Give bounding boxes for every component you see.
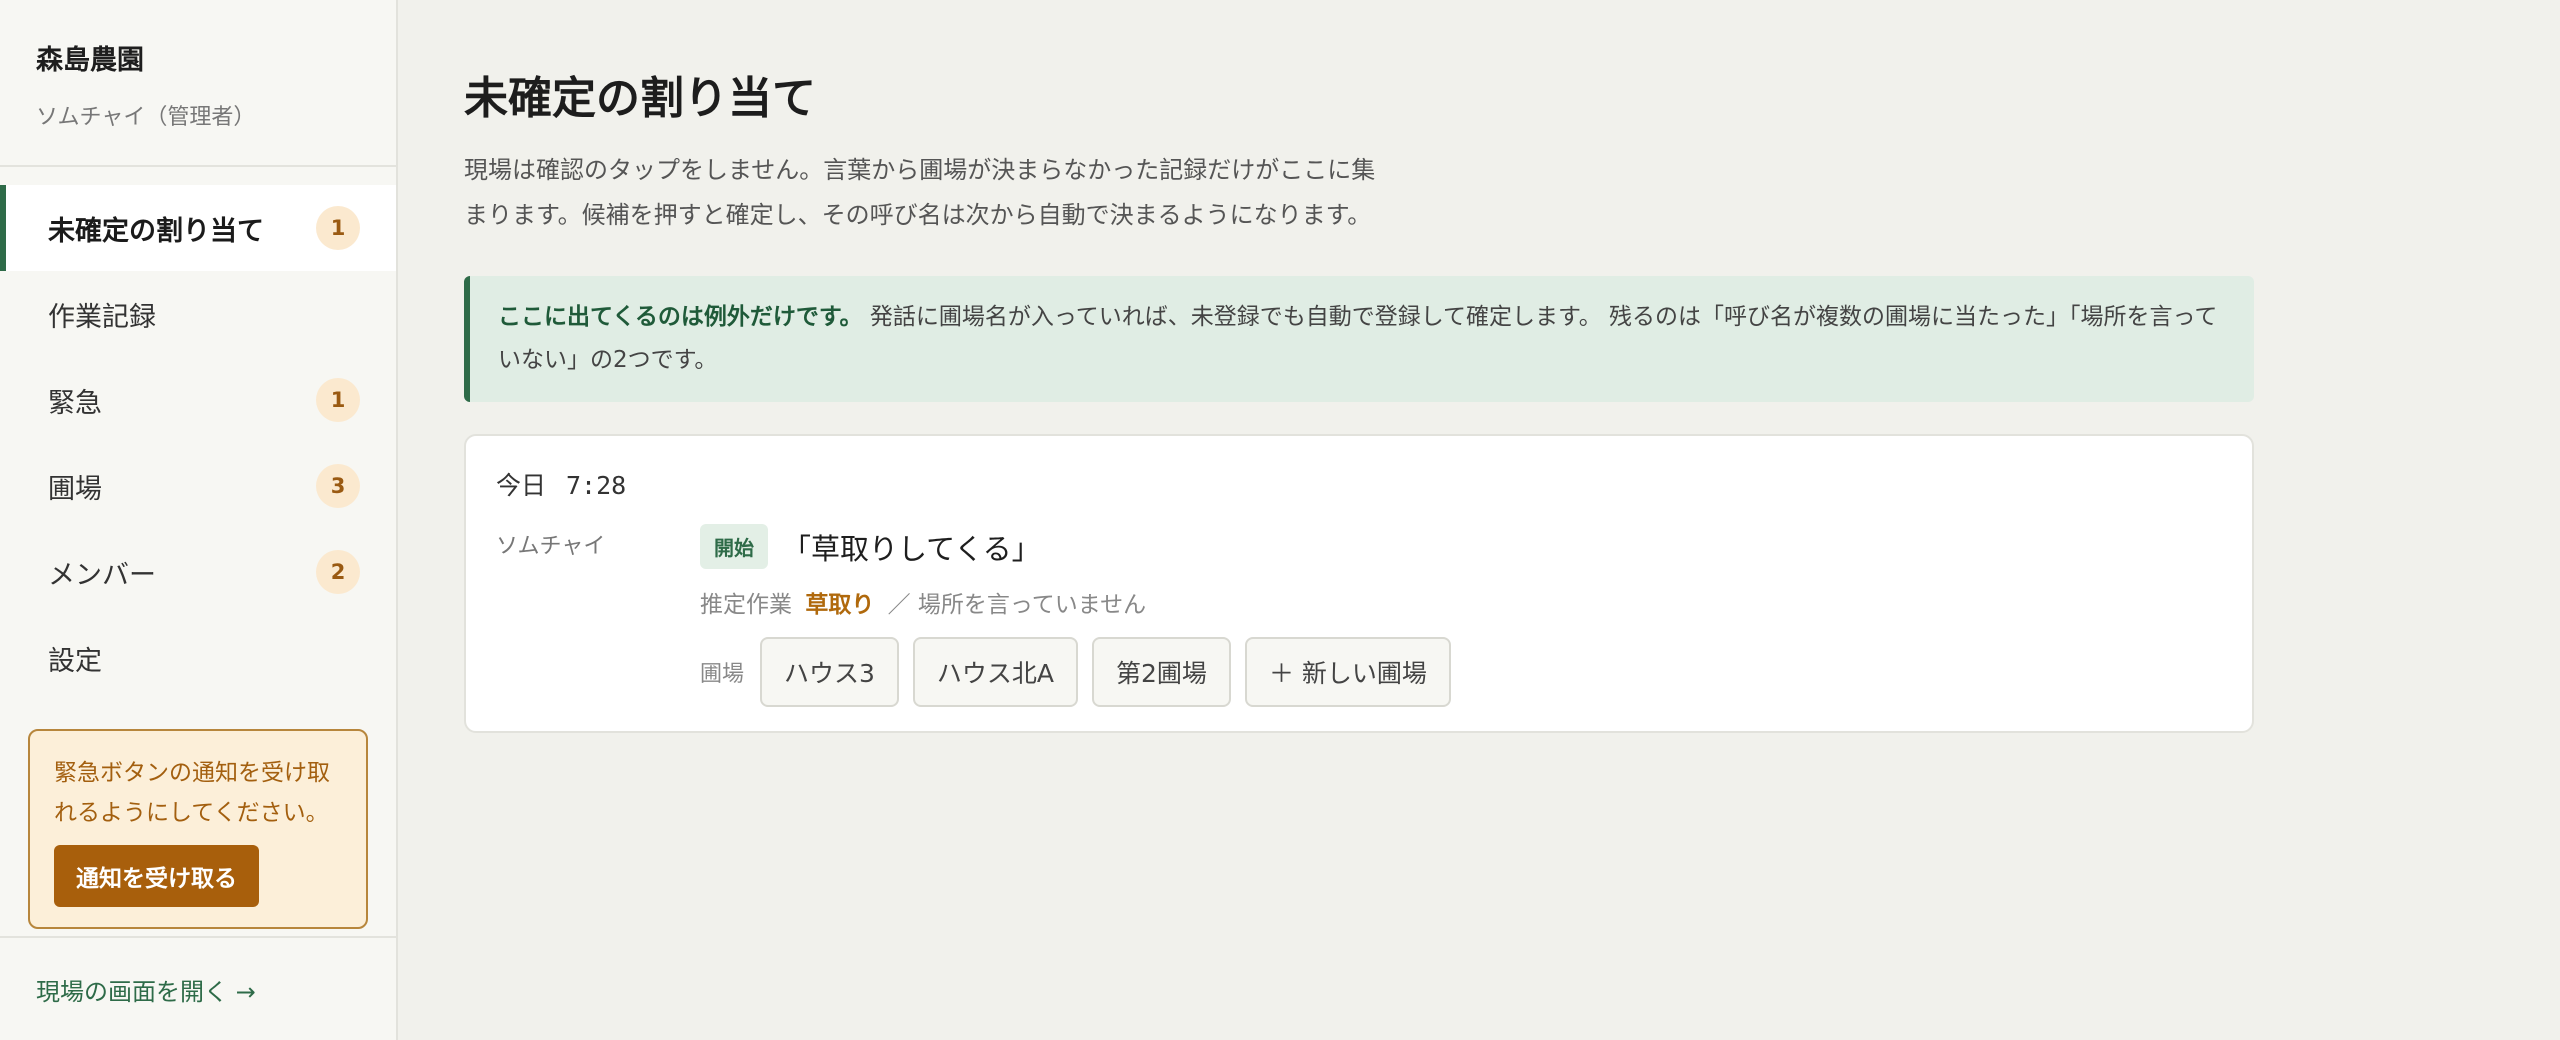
- sidebar-item-label: 緊急: [48, 387, 102, 419]
- sidebar: 森島農園 ソムチャイ（管理者） 未確定の割り当て 1 作業記録 緊急 1 圃場 …: [0, 0, 398, 1040]
- sidebar-item-emergency[interactable]: 緊急 1: [0, 357, 396, 443]
- current-user: ソムチャイ（管理者）: [36, 105, 256, 130]
- sidebar-item-members[interactable]: メンバー 2: [0, 529, 396, 615]
- notification-notice: 緊急ボタンの通知を受け取れるようにしてください。 通知を受け取る: [28, 729, 368, 929]
- record-utterance: 「草取りしてくる」: [782, 531, 1041, 566]
- field-choices-label: 圃場: [700, 662, 745, 687]
- estimated-task: 推定作業 草取り ／ 場所を言っていません: [700, 585, 2222, 619]
- location-note: ／ 場所を言っていません: [887, 592, 1147, 618]
- sidebar-item-label: 未確定の割り当て: [48, 215, 264, 247]
- sidebar-item-label: 作業記録: [48, 301, 156, 333]
- sidebar-nav: 未確定の割り当て 1 作業記録 緊急 1 圃場 3 メンバー 2 設定: [0, 167, 396, 701]
- field-choices: 圃場 ハウス3 ハウス北A 第2圃場 ＋ 新しい圃場: [700, 637, 2222, 707]
- enable-notifications-button[interactable]: 通知を受け取る: [54, 845, 259, 907]
- brand: 森島農園 ソムチャイ（管理者）: [0, 0, 396, 167]
- sidebar-footer: 現場の画面を開く →: [0, 936, 396, 1040]
- count-badge: 2: [316, 550, 360, 594]
- sidebar-item-work-log[interactable]: 作業記録: [0, 271, 396, 357]
- count-badge: 3: [316, 464, 360, 508]
- field-choice-button[interactable]: ハウス北A: [912, 637, 1079, 707]
- field-choice-button[interactable]: 第2圃場: [1092, 637, 1231, 707]
- info-callout-heading: ここに出てくるのは例外だけです。: [498, 304, 863, 330]
- sidebar-item-label: 圃場: [48, 473, 102, 505]
- estimated-task-label: 推定作業: [700, 592, 792, 618]
- page-title: 未確定の割り当て: [464, 73, 816, 124]
- sidebar-item-label: 設定: [48, 645, 102, 677]
- farm-name: 森島農園: [36, 45, 144, 76]
- record-worker: ソムチャイ: [496, 534, 606, 559]
- record-time: 7:28: [565, 471, 627, 500]
- main-content: 未確定の割り当て 現場は確認のタップをしません。言葉から圃場が決まらなかった記録…: [398, 0, 2560, 1040]
- open-field-screen-link[interactable]: 現場の画面を開く →: [36, 972, 256, 1007]
- notice-text: 緊急ボタンの通知を受け取れるようにしてください。: [54, 760, 330, 826]
- estimated-task-value: 草取り: [805, 592, 875, 618]
- page-description: 現場は確認のタップをしません。言葉から圃場が決まらなかった記録だけがここに集まり…: [464, 156, 1376, 229]
- sidebar-item-settings[interactable]: 設定: [0, 615, 396, 701]
- count-badge: 1: [316, 378, 360, 422]
- sidebar-item-unassigned[interactable]: 未確定の割り当て 1: [0, 185, 396, 271]
- new-field-button[interactable]: ＋ 新しい圃場: [1244, 637, 1451, 707]
- record-timestamp: 今日 7:28: [496, 466, 2222, 502]
- count-badge: 1: [316, 206, 360, 250]
- unassigned-record-card: 今日 7:28 ソムチャイ 開始 「草取りしてくる」 推定作業 草取り ／ 場所…: [464, 434, 2254, 733]
- field-choice-button[interactable]: ハウス3: [760, 637, 899, 707]
- record-day: 今日: [496, 471, 547, 500]
- record-type-tag: 開始: [700, 524, 768, 569]
- sidebar-item-label: メンバー: [48, 559, 156, 591]
- sidebar-item-fields[interactable]: 圃場 3: [0, 443, 396, 529]
- info-callout: ここに出てくるのは例外だけです。 発話に圃場名が入っていれば、未登録でも自動で登…: [464, 276, 2254, 402]
